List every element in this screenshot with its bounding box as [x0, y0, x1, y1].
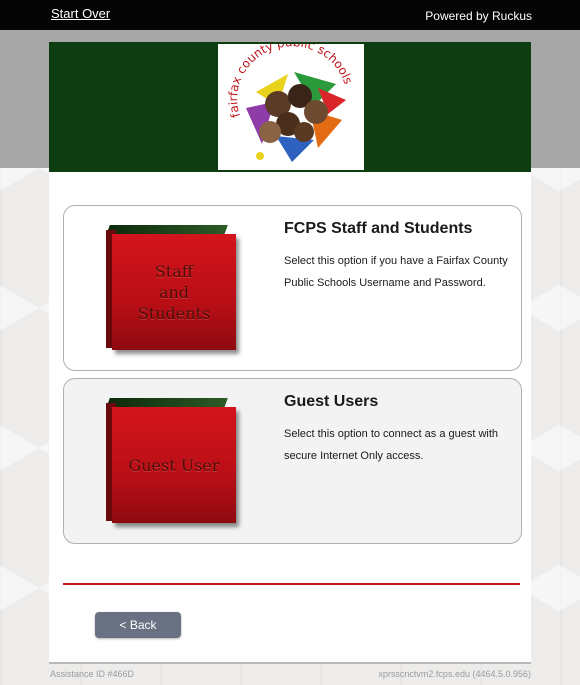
start-over-link[interactable]: Start Over [51, 6, 110, 21]
server-info: xprsscnctvm2.fcps.edu (4464.5.0.956) [378, 669, 531, 679]
guest-book-icon: Guest User [106, 398, 238, 526]
staff-students-option[interactable]: Staff and Students FCPS Staff and Studen… [63, 205, 522, 371]
option-title: Guest Users [284, 393, 379, 410]
guest-users-option[interactable]: Guest User Guest Users Select this optio… [63, 378, 522, 544]
logo-text: fairfax county public schools [226, 44, 355, 119]
header-banner: fairfax county public schools [49, 42, 531, 172]
back-button[interactable]: < Back [95, 612, 181, 638]
powered-by-text: Powered by Ruckus [425, 9, 532, 23]
option-description: Select this option to connect as a guest… [284, 428, 499, 462]
option-description: Select this option if you have a Fairfax… [284, 255, 508, 289]
portal-panel: fairfax county public schools Staff and … [49, 42, 531, 662]
assistance-id: Assistance ID #466D [50, 669, 135, 679]
guest-book-label: Guest User [128, 455, 220, 475]
option-title: FCPS Staff and Students [284, 220, 473, 237]
staff-book-icon: Staff and Students [106, 225, 238, 353]
staff-book-label: Staff and Students [137, 261, 211, 323]
red-divider [63, 583, 520, 585]
footer-divider [49, 662, 531, 664]
top-bar: Start Over Powered by Ruckus [0, 0, 580, 30]
fcps-logo-icon: fairfax county public schools [218, 44, 364, 170]
